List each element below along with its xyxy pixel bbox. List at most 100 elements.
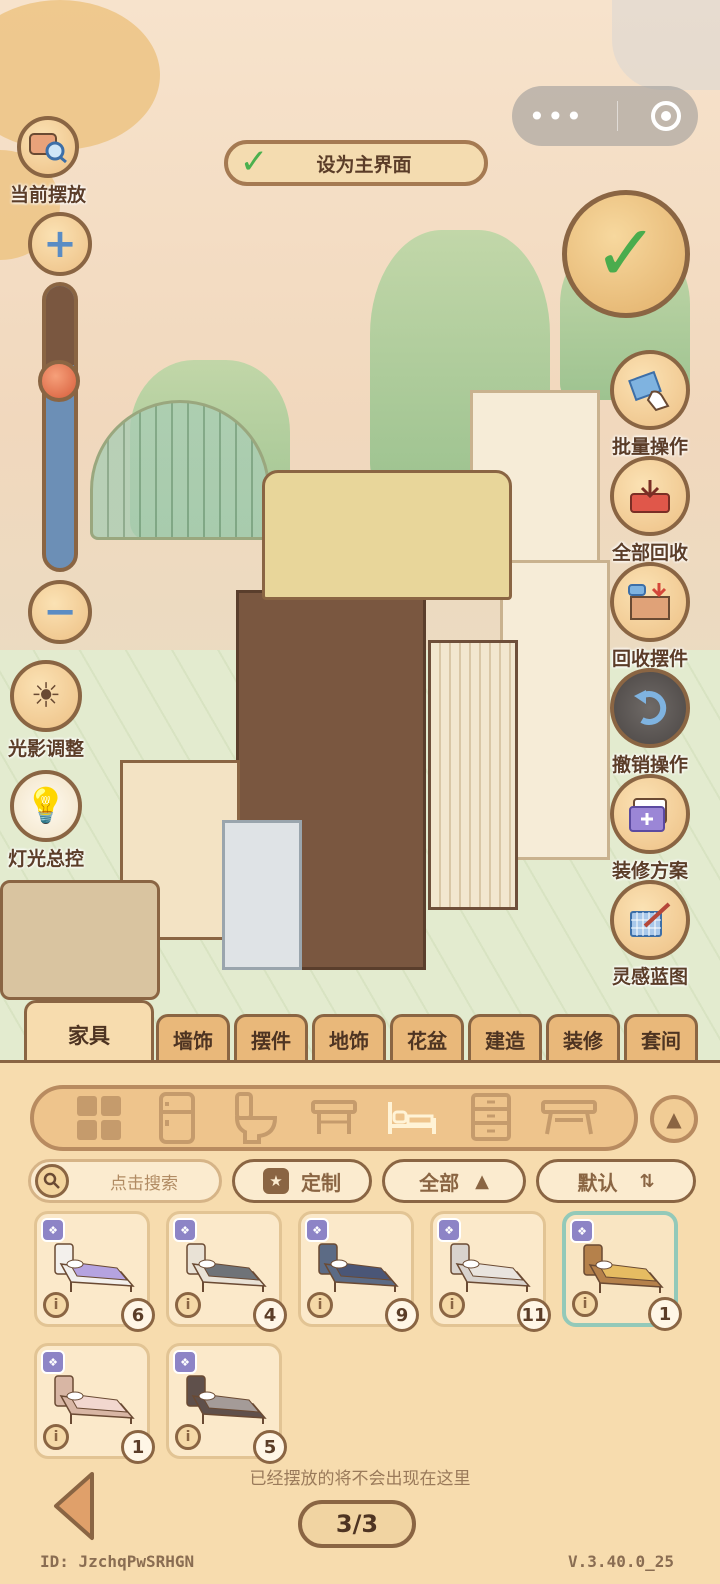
set-main-label: 设为主界面 [316,153,412,176]
item-tag-icon: ❖ [173,1218,197,1242]
tab-furniture[interactable]: 家具 [24,1000,154,1066]
all-grid-icon[interactable] [71,1093,127,1143]
batch-operation-tool[interactable]: 批量操作 [600,350,700,459]
recycle-all-label: 全部回收 [611,542,688,564]
toilet-icon[interactable] [228,1092,284,1144]
bed-thumbnail [54,1375,135,1424]
light-adjust-tool[interactable]: ☀ 光影调整 [8,660,84,761]
light-bulb-icon: 💡 [10,770,82,842]
zoom-slider-handle[interactable] [38,360,80,402]
sort-dropdown[interactable]: 默认 ⇅ [536,1159,696,1203]
set-main-screen-button[interactable]: ✓ 设为主界面 [224,140,488,186]
undo-tool[interactable]: 撤销操作 [600,668,700,777]
tree-corner [612,0,720,90]
bed-thumbnail [450,1243,531,1292]
confirm-button[interactable]: ✓ [562,190,690,318]
inspiration-blueprint-tool[interactable]: 灵感蓝图 [600,880,700,989]
bed-thumbnail [54,1243,135,1292]
info-icon[interactable]: i [439,1292,465,1318]
tab-wall-decor[interactable]: 墙饰 [156,1014,230,1062]
back-arrow-icon [54,1472,94,1540]
custom-filter-label: 定制 [301,1170,341,1195]
plan-folder-icon [610,774,690,854]
item-card[interactable]: ❖ i 1 [34,1343,155,1464]
loft-bed[interactable] [262,470,512,600]
search-input[interactable]: 点击搜索 [28,1159,222,1203]
zoom-out-button[interactable]: − [28,580,92,644]
item-count: 9 [385,1298,419,1332]
info-icon[interactable]: i [175,1292,201,1318]
info-icon[interactable]: i [175,1424,201,1450]
bed-thumbnail [186,1243,267,1292]
item-card[interactable]: ❖ i 4 [166,1211,287,1332]
item-card[interactable]: ❖ i 11 [430,1211,551,1332]
star-icon: ★ [263,1168,289,1194]
fridge[interactable] [222,820,302,970]
beaded-curtain[interactable] [428,640,518,910]
back-button[interactable] [50,1470,98,1542]
mini-program-capsule: ••• [512,86,698,146]
item-card[interactable]: ❖ i 6 [34,1211,155,1332]
item-count: 11 [517,1298,551,1332]
decor-plan-label: 装修方案 [611,860,688,882]
item-tag-icon: ❖ [41,1350,65,1374]
bed-thumbnail [583,1244,664,1293]
recycle-box-icon [610,562,690,642]
light-control-tool[interactable]: 💡 灯光总控 [8,770,84,871]
item-card[interactable]: ❖ i 9 [298,1211,419,1332]
item-count: 6 [121,1298,155,1332]
item-count: 1 [648,1297,682,1331]
table-icon[interactable] [306,1093,362,1143]
dining-table[interactable] [0,880,160,1000]
zoom-in-button[interactable]: + [28,212,92,276]
zoom-slider-track[interactable] [42,282,78,572]
item-tag-icon: ❖ [305,1218,329,1242]
tab-floor-decor[interactable]: 地饰 [312,1014,386,1062]
info-icon[interactable]: i [307,1292,333,1318]
info-icon[interactable]: i [43,1424,69,1450]
tab-build[interactable]: 建造 [468,1014,542,1062]
fridge-icon[interactable] [149,1092,205,1144]
item-count: 1 [121,1430,155,1464]
placed-items-hint: 已经摆放的将不会出现在这里 [249,1469,471,1489]
bed-thumbnail [186,1375,267,1424]
triangle-up-icon: ▲ [475,1170,489,1192]
collapse-panel-button[interactable]: ▲ [650,1095,698,1143]
cabinet-icon[interactable] [463,1093,519,1143]
plus-icon: + [43,221,77,267]
info-icon[interactable]: i [43,1292,69,1318]
sort-label: 默认 [577,1170,618,1195]
tab-ornaments[interactable]: 摆件 [234,1014,308,1062]
batch-operation-label: 批量操作 [611,436,688,458]
custom-filter-button[interactable]: ★ 定制 [232,1159,372,1203]
decor-plan-tool[interactable]: 装修方案 [600,774,700,883]
page-indicator: 3/3 [298,1500,416,1548]
info-icon[interactable]: i [572,1291,598,1317]
current-placement-tool[interactable]: 当前摆放 [10,116,86,207]
sun-moon-icon: ☀ [10,660,82,732]
all-filter-label: 全部 [419,1170,460,1195]
desk-icon[interactable] [540,1093,597,1143]
bed-icon[interactable] [384,1093,440,1143]
item-card[interactable]: ❖ i 5 [166,1343,287,1464]
light-control-label: 灯光总控 [8,848,85,870]
version-label: V.3.40.0_25 [568,1552,674,1571]
recycle-decor-tool[interactable]: 回收摆件 [600,562,700,671]
target-icon[interactable] [651,101,682,131]
tab-flower-pots[interactable]: 花盆 [390,1014,464,1062]
current-placement-label: 当前摆放 [10,184,87,206]
tab-renovate[interactable]: 装修 [546,1014,620,1062]
recycle-all-icon [610,456,690,536]
undo-icon [610,668,690,748]
item-tag-icon: ❖ [41,1218,65,1242]
item-card[interactable]: ❖ i 1 [562,1211,682,1331]
recycle-all-tool[interactable]: 全部回收 [600,456,700,565]
player-id: ID: JzchqPwSRHGN [40,1552,195,1571]
more-dots-icon[interactable]: ••• [529,100,585,133]
tab-suites[interactable]: 套间 [624,1014,698,1062]
undo-label: 撤销操作 [611,754,688,776]
item-tag-icon: ❖ [173,1350,197,1374]
capsule-divider [617,101,619,131]
all-filter-dropdown[interactable]: 全部 ▲ [382,1159,526,1203]
category-tabs: 家具 墙饰 摆件 地饰 花盆 建造 装修 套间 [0,1000,720,1066]
